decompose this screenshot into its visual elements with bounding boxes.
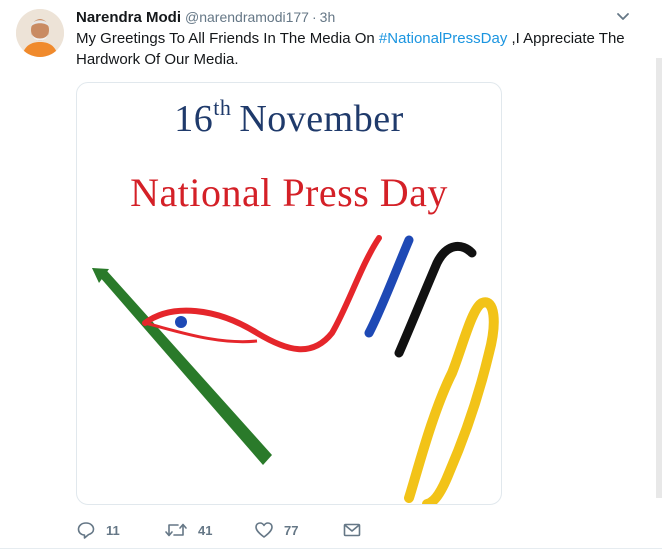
- tweet-header: Narendra Modi @narendramodi177 · 3h: [76, 7, 335, 27]
- like-button[interactable]: 77: [254, 518, 298, 542]
- green-stroke: [92, 268, 272, 465]
- tweet[interactable]: Narendra Modi @narendramodi177 · 3h My Gree…: [0, 0, 662, 557]
- retweet-count: 41: [198, 522, 213, 538]
- retweet-button[interactable]: 41: [164, 518, 212, 542]
- author-name[interactable]: Narendra Modi: [76, 9, 181, 26]
- tweet-text: My Greetings To All Friends In The Media…: [76, 28, 646, 70]
- heart-icon: [255, 522, 273, 538]
- scrollbar[interactable]: [656, 58, 662, 498]
- avatar[interactable]: [16, 9, 64, 57]
- bird-eye: [175, 316, 187, 328]
- chevron-down-icon[interactable]: [613, 9, 633, 25]
- yellow-stroke: [404, 297, 499, 504]
- envelope-icon: [343, 523, 361, 537]
- separator-dot: ·: [311, 9, 317, 25]
- retweet-icon: [165, 523, 187, 537]
- reply-button[interactable]: 11: [76, 518, 120, 542]
- blue-stroke: [364, 235, 414, 338]
- avatar-photo: [16, 9, 64, 57]
- press-day-hand-graphic: [92, 235, 499, 504]
- tweet-media-image[interactable]: 16th November National Press Day: [76, 82, 502, 505]
- reply-icon: [77, 522, 95, 539]
- like-count: 77: [284, 522, 299, 538]
- tweet-text-start: My Greetings To All Friends In The Media…: [76, 30, 379, 47]
- direct-message-button[interactable]: [342, 518, 362, 542]
- author-handle[interactable]: @narendramodi177: [185, 9, 309, 25]
- tweet-divider: [0, 548, 662, 549]
- hashtag-link[interactable]: #NationalPressDay: [379, 30, 507, 47]
- tweet-actions: 11 41 77: [76, 518, 516, 542]
- reply-count: 11: [106, 522, 120, 538]
- tweet-timestamp[interactable]: 3h: [320, 9, 336, 25]
